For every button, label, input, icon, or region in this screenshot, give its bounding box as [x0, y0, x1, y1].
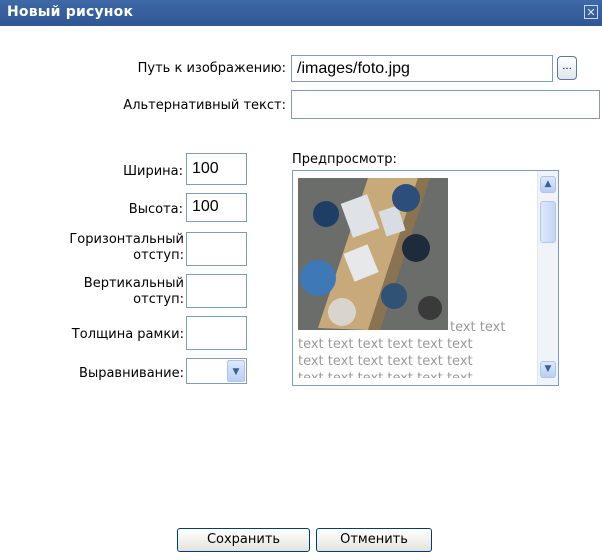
save-button[interactable]: Сохранить [177, 528, 310, 552]
vspace-input[interactable] [186, 274, 247, 308]
preview-pane: text text text text text text text text … [292, 170, 559, 386]
preview-text-line: text text text text text text [298, 370, 532, 378]
border-label: Толщина рамки: [71, 327, 184, 342]
dialog-titlebar: Новый рисунок ✕ [0, 0, 602, 26]
cancel-button[interactable]: Отменить [316, 528, 432, 552]
path-label: Путь к изображению: [137, 61, 286, 76]
scroll-thumb[interactable] [540, 201, 556, 243]
hspace-label-line1: Горизонтальный [69, 232, 184, 247]
preview-text-line: text text [450, 320, 506, 335]
width-label: Ширина: [123, 164, 183, 179]
preview-text: text text text text text text text text … [298, 319, 532, 378]
browse-button[interactable]: ... [557, 56, 577, 80]
preview-text-line: text text text text text text [298, 337, 473, 352]
hspace-input[interactable] [186, 232, 247, 266]
height-label: Высота: [128, 202, 183, 217]
alt-label: Альтернативный текст: [123, 98, 286, 113]
preview-label: Предпросмотр: [292, 152, 397, 167]
scroll-down-icon[interactable]: ▼ [540, 361, 556, 378]
close-icon[interactable]: ✕ [584, 5, 598, 19]
align-select[interactable]: ▼ [186, 358, 247, 384]
vspace-label-line2: отступ: [133, 292, 184, 307]
preview-image [298, 178, 448, 330]
height-input[interactable]: 100 [186, 193, 247, 222]
scroll-up-icon[interactable]: ▲ [540, 176, 556, 193]
vspace-label-line1: Вертикальный [83, 276, 184, 291]
chevron-down-icon[interactable]: ▼ [227, 360, 245, 382]
border-input[interactable] [186, 316, 247, 350]
hspace-label-line2: отступ: [133, 248, 184, 263]
alt-input[interactable] [291, 90, 600, 119]
path-input[interactable]: /images/foto.jpg [291, 55, 553, 82]
preview-text-line: text text text text text text [298, 354, 473, 369]
align-label: Выравнивание: [79, 366, 184, 381]
dialog-title: Новый рисунок [7, 4, 134, 20]
width-input[interactable]: 100 [186, 153, 247, 185]
preview-scrollbar[interactable]: ▲ ▼ [537, 171, 558, 385]
